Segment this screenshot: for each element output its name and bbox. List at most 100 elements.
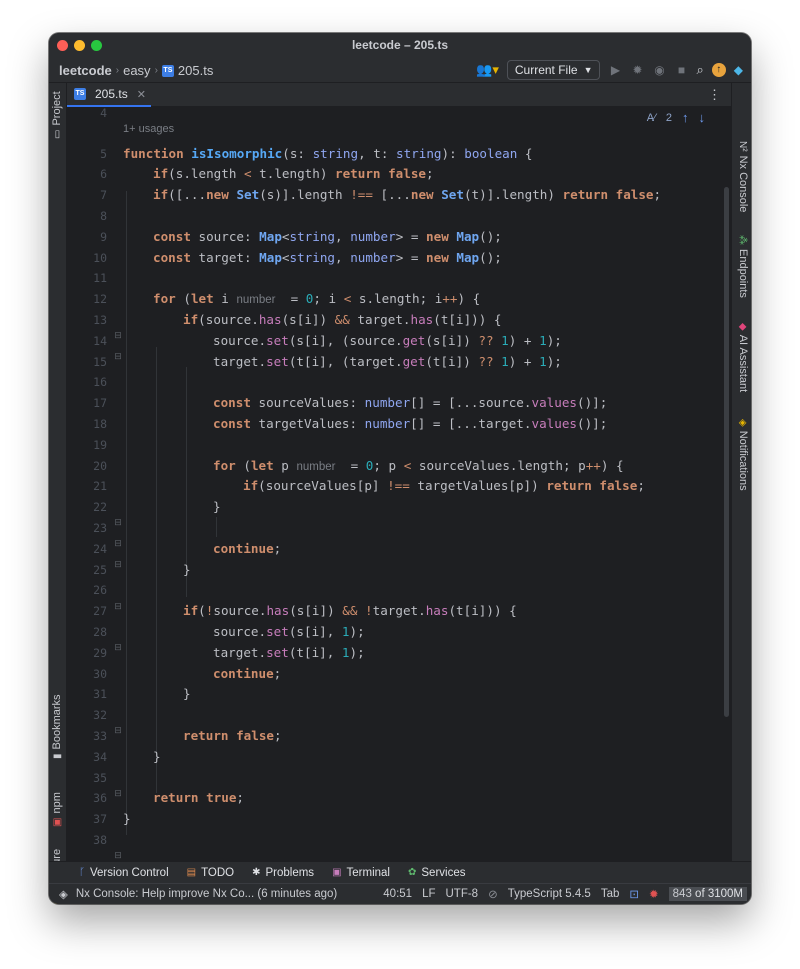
memory-used: 843 — [672, 888, 692, 900]
fold-icon[interactable]: ⊟ — [113, 845, 123, 861]
fold-icon[interactable]: ⊟ — [113, 783, 123, 804]
fold-icon[interactable]: ⊟ — [113, 720, 123, 741]
tool-todo[interactable]: ▤ TODO — [187, 867, 234, 879]
fold-icon[interactable]: ⊟ — [113, 554, 123, 575]
tool-ai-assistant[interactable]: ◆ AI Assistant — [737, 323, 749, 392]
line-number: 33 — [93, 728, 107, 743]
navigation-bar: leetcode › easy › TS 205.ts 👥▾ Current F… — [49, 57, 751, 83]
fold-icon[interactable]: ⊟ — [113, 325, 123, 346]
tool-problems[interactable]: ✱ Problems — [252, 867, 314, 879]
indent-setting[interactable]: Tab — [601, 888, 620, 900]
nx-icon: N² — [737, 141, 749, 152]
line-number: 13 — [93, 312, 107, 327]
tool-version-control-label: Version Control — [90, 866, 169, 879]
ide-window: leetcode – 205.ts leetcode › easy › TS 2… — [49, 33, 751, 904]
todo-icon: ▤ — [186, 867, 197, 878]
tool-endpoints-label: Endpoints — [737, 249, 749, 298]
inlay-type-hint: number — [296, 460, 336, 473]
memory-indicator[interactable]: 843 of 3100M — [668, 887, 747, 901]
tool-nx-console[interactable]: N² Nx Console — [737, 141, 749, 212]
line-number: 22 — [93, 500, 107, 515]
inspection-widget[interactable]: A⁄ 2 ↑ ↓ — [647, 110, 705, 125]
code-line: } — [183, 561, 191, 577]
line-number: 31 — [93, 687, 107, 702]
tool-bookmarks[interactable]: ▮ Bookmarks — [51, 694, 63, 759]
bell-icon: ◈ — [737, 419, 749, 427]
code-line: for (let p number = 0; p < sourceValues.… — [213, 457, 624, 473]
no-ai-icon[interactable]: ⊘ — [488, 887, 498, 901]
fold-icon[interactable]: ⊟ — [113, 637, 123, 658]
indent-guide — [216, 517, 217, 537]
inspection-count: 2 — [665, 111, 672, 124]
code-editor[interactable]: 4 5 6 7 8 9 10 11 12 13 14 15 16 17 18 19 20 21 22 23 24 25 26… — [67, 107, 731, 861]
update-icon[interactable]: ↑ — [711, 63, 726, 77]
memory-total: of 3100M — [695, 888, 743, 900]
tool-project[interactable]: ▭ Project — [51, 91, 63, 139]
tool-npm-label: npm — [51, 792, 63, 814]
right-tool-strip: N² Nx Console ⁂ Endpoints ◆ AI Assistant… — [731, 83, 751, 861]
arrow-up-icon[interactable]: ↑ — [682, 110, 689, 125]
chevron-right-icon: › — [115, 65, 120, 76]
indent-guide — [126, 191, 127, 835]
typescript-file-icon: TS — [161, 64, 174, 77]
run-configuration-select[interactable]: Current File ▼ — [506, 60, 601, 80]
tool-project-label: Project — [51, 91, 63, 126]
line-number: 8 — [100, 208, 107, 223]
bookmark-icon: ▮ — [51, 753, 63, 759]
tool-todo-label: TODO — [201, 866, 235, 879]
line-ending[interactable]: LF — [422, 888, 435, 900]
more-options-icon[interactable]: ⋮ — [708, 87, 721, 103]
line-number: 36 — [93, 791, 107, 806]
code-line: if([...new Set(s)].length !== [...new Se… — [153, 187, 662, 203]
breadcrumb-folder[interactable]: easy — [123, 63, 150, 78]
code-area[interactable]: 1+ usages A⁄ 2 ↑ ↓ function isIsomorphic… — [123, 107, 713, 861]
window-title: leetcode – 205.ts — [351, 38, 449, 52]
caret-position[interactable]: 40:51 — [383, 888, 412, 900]
endpoints-icon: ⁂ — [737, 235, 749, 245]
ai-assistant-icon[interactable]: ◆ — [734, 63, 743, 77]
lock-icon[interactable]: ⊡ — [629, 887, 639, 901]
code-line: if(s.length < t.length) return false; — [153, 166, 434, 182]
npm-icon: ▣ — [51, 817, 63, 827]
fold-icon[interactable]: ⊟ — [113, 512, 123, 533]
line-number: 38 — [93, 832, 107, 847]
line-number: 20 — [93, 458, 107, 473]
tool-services[interactable]: ✿ Services — [408, 867, 466, 879]
fold-icon[interactable]: ⊟ — [113, 346, 123, 367]
line-number: 21 — [93, 479, 107, 494]
tool-version-control[interactable]: ᚴ Version Control — [79, 867, 169, 879]
tool-nx-console-label: Nx Console — [737, 155, 749, 213]
line-number: 24 — [93, 541, 107, 556]
title-bar: leetcode – 205.ts — [49, 33, 751, 57]
language-version[interactable]: TypeScript 5.4.5 — [508, 888, 591, 900]
file-encoding[interactable]: UTF-8 — [445, 888, 478, 900]
debug-icon[interactable]: ✹ — [630, 63, 644, 77]
status-message[interactable]: Nx Console: Help improve Nx Co... (6 min… — [76, 888, 337, 900]
line-number: 26 — [93, 583, 107, 598]
line-number: 29 — [93, 645, 107, 660]
editor-tab-bar: TS 205.ts ✕ ⋮ — [67, 83, 731, 107]
breadcrumb-file[interactable]: 205.ts — [178, 63, 213, 78]
status-message-area[interactable]: ◈ Nx Console: Help improve Nx Co... (6 m… — [49, 887, 349, 901]
tab-205-ts[interactable]: TS 205.ts ✕ — [67, 83, 151, 107]
coverage-icon[interactable]: ◉ — [652, 63, 666, 77]
code-line: const sourceValues: number[] = [...sourc… — [213, 395, 608, 411]
arrow-down-icon[interactable]: ↓ — [699, 110, 706, 125]
tool-npm[interactable]: ▣ npm — [51, 792, 63, 827]
breadcrumb-project[interactable]: leetcode — [59, 63, 112, 78]
vertical-scrollbar[interactable] — [724, 187, 729, 717]
search-icon[interactable]: ⌕ — [696, 62, 703, 78]
fold-icon[interactable]: ⊟ — [113, 596, 123, 617]
tool-endpoints[interactable]: ⁂ Endpoints — [737, 235, 749, 298]
code-with-me-icon[interactable]: 👥▾ — [476, 62, 499, 78]
fold-icon[interactable]: ⊟ — [113, 533, 123, 554]
code-line: source.set(s[i], (source.get(s[i]) ?? 1)… — [213, 332, 562, 348]
close-icon[interactable]: ✕ — [137, 88, 146, 101]
run-icon[interactable]: ▶ — [608, 63, 622, 77]
tool-notifications[interactable]: ◈ Notifications — [737, 419, 749, 491]
indent-guide — [156, 347, 157, 793]
usages-hint[interactable]: 1+ usages — [123, 123, 174, 135]
error-indicator-icon[interactable]: ✹ — [649, 887, 659, 901]
stop-icon[interactable]: ■ — [674, 63, 688, 77]
tool-terminal[interactable]: ▣ Terminal — [332, 867, 390, 879]
